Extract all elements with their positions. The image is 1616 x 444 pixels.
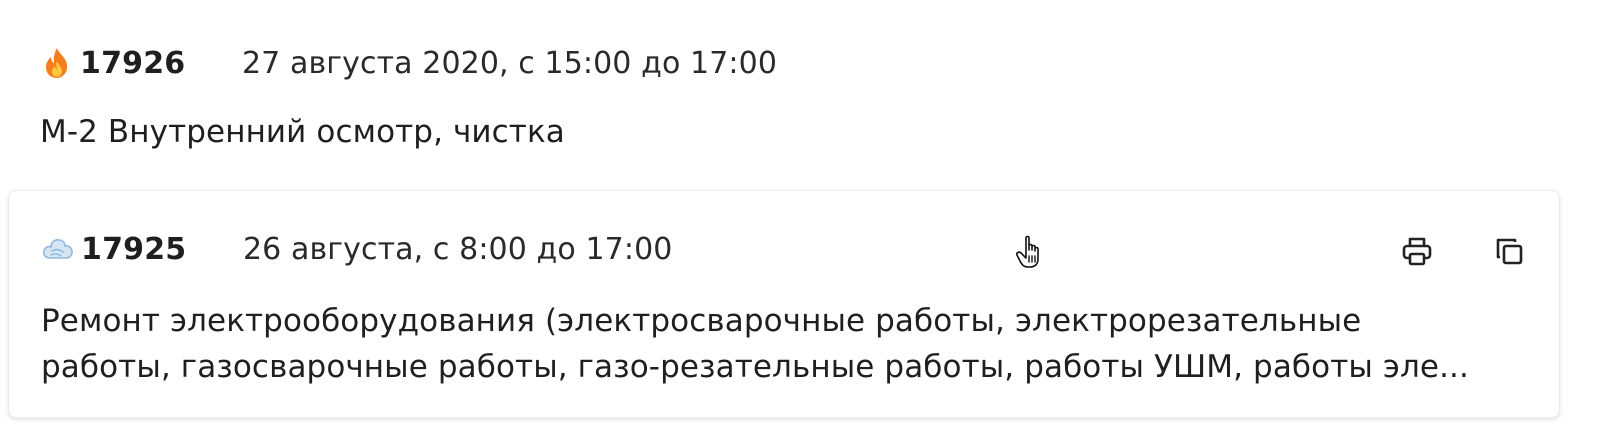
ticket-header: 17925 26 августа, с 8:00 до 17:00: [41, 227, 672, 271]
copy-icon: [1493, 235, 1525, 271]
fire-icon: [40, 46, 74, 80]
ticket-id: 17926: [80, 45, 186, 81]
printer-icon: [1401, 235, 1433, 271]
ticket-date: 26 августа, с 8:00 до 17:00: [243, 231, 673, 267]
ticket-description: М-2 Внутренний осмотр, чистка: [40, 114, 565, 150]
ticket-actions: [1391, 227, 1535, 279]
print-button[interactable]: [1391, 227, 1443, 279]
ticket-list: 17926 27 августа 2020, с 15:00 до 17:00 …: [0, 0, 1616, 444]
ticket-header: 17926 27 августа 2020, с 15:00 до 17:00: [40, 41, 777, 85]
ticket-card[interactable]: 17926 27 августа 2020, с 15:00 до 17:00 …: [8, 0, 1560, 186]
cloud-icon: [41, 232, 75, 266]
ticket-date: 27 августа 2020, с 15:00 до 17:00: [242, 45, 778, 81]
ticket-description: Ремонт электрооборудования (электросваро…: [41, 303, 1469, 385]
ticket-card[interactable]: 17925 26 августа, с 8:00 до 17:00 Ремонт…: [8, 190, 1560, 418]
ticket-id: 17925: [81, 231, 187, 267]
copy-button[interactable]: [1483, 227, 1535, 279]
hand-cursor-icon: [1012, 232, 1052, 272]
